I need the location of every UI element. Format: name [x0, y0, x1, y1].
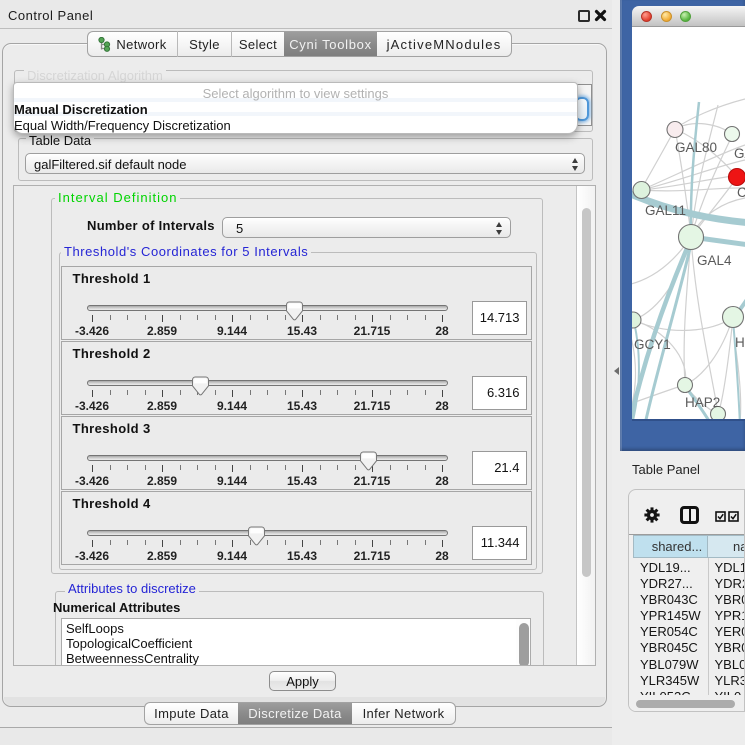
- svg-text:GAL11: GAL11: [645, 203, 686, 218]
- svg-text:H: H: [735, 335, 745, 350]
- svg-text:C: C: [737, 185, 745, 200]
- svg-text:GA: GA: [734, 146, 745, 161]
- svg-text:GAL80: GAL80: [675, 140, 717, 155]
- svg-text:HAP2: HAP2: [685, 395, 720, 410]
- svg-text:GCY1: GCY1: [634, 337, 671, 352]
- svg-text:GAL4: GAL4: [697, 253, 732, 268]
